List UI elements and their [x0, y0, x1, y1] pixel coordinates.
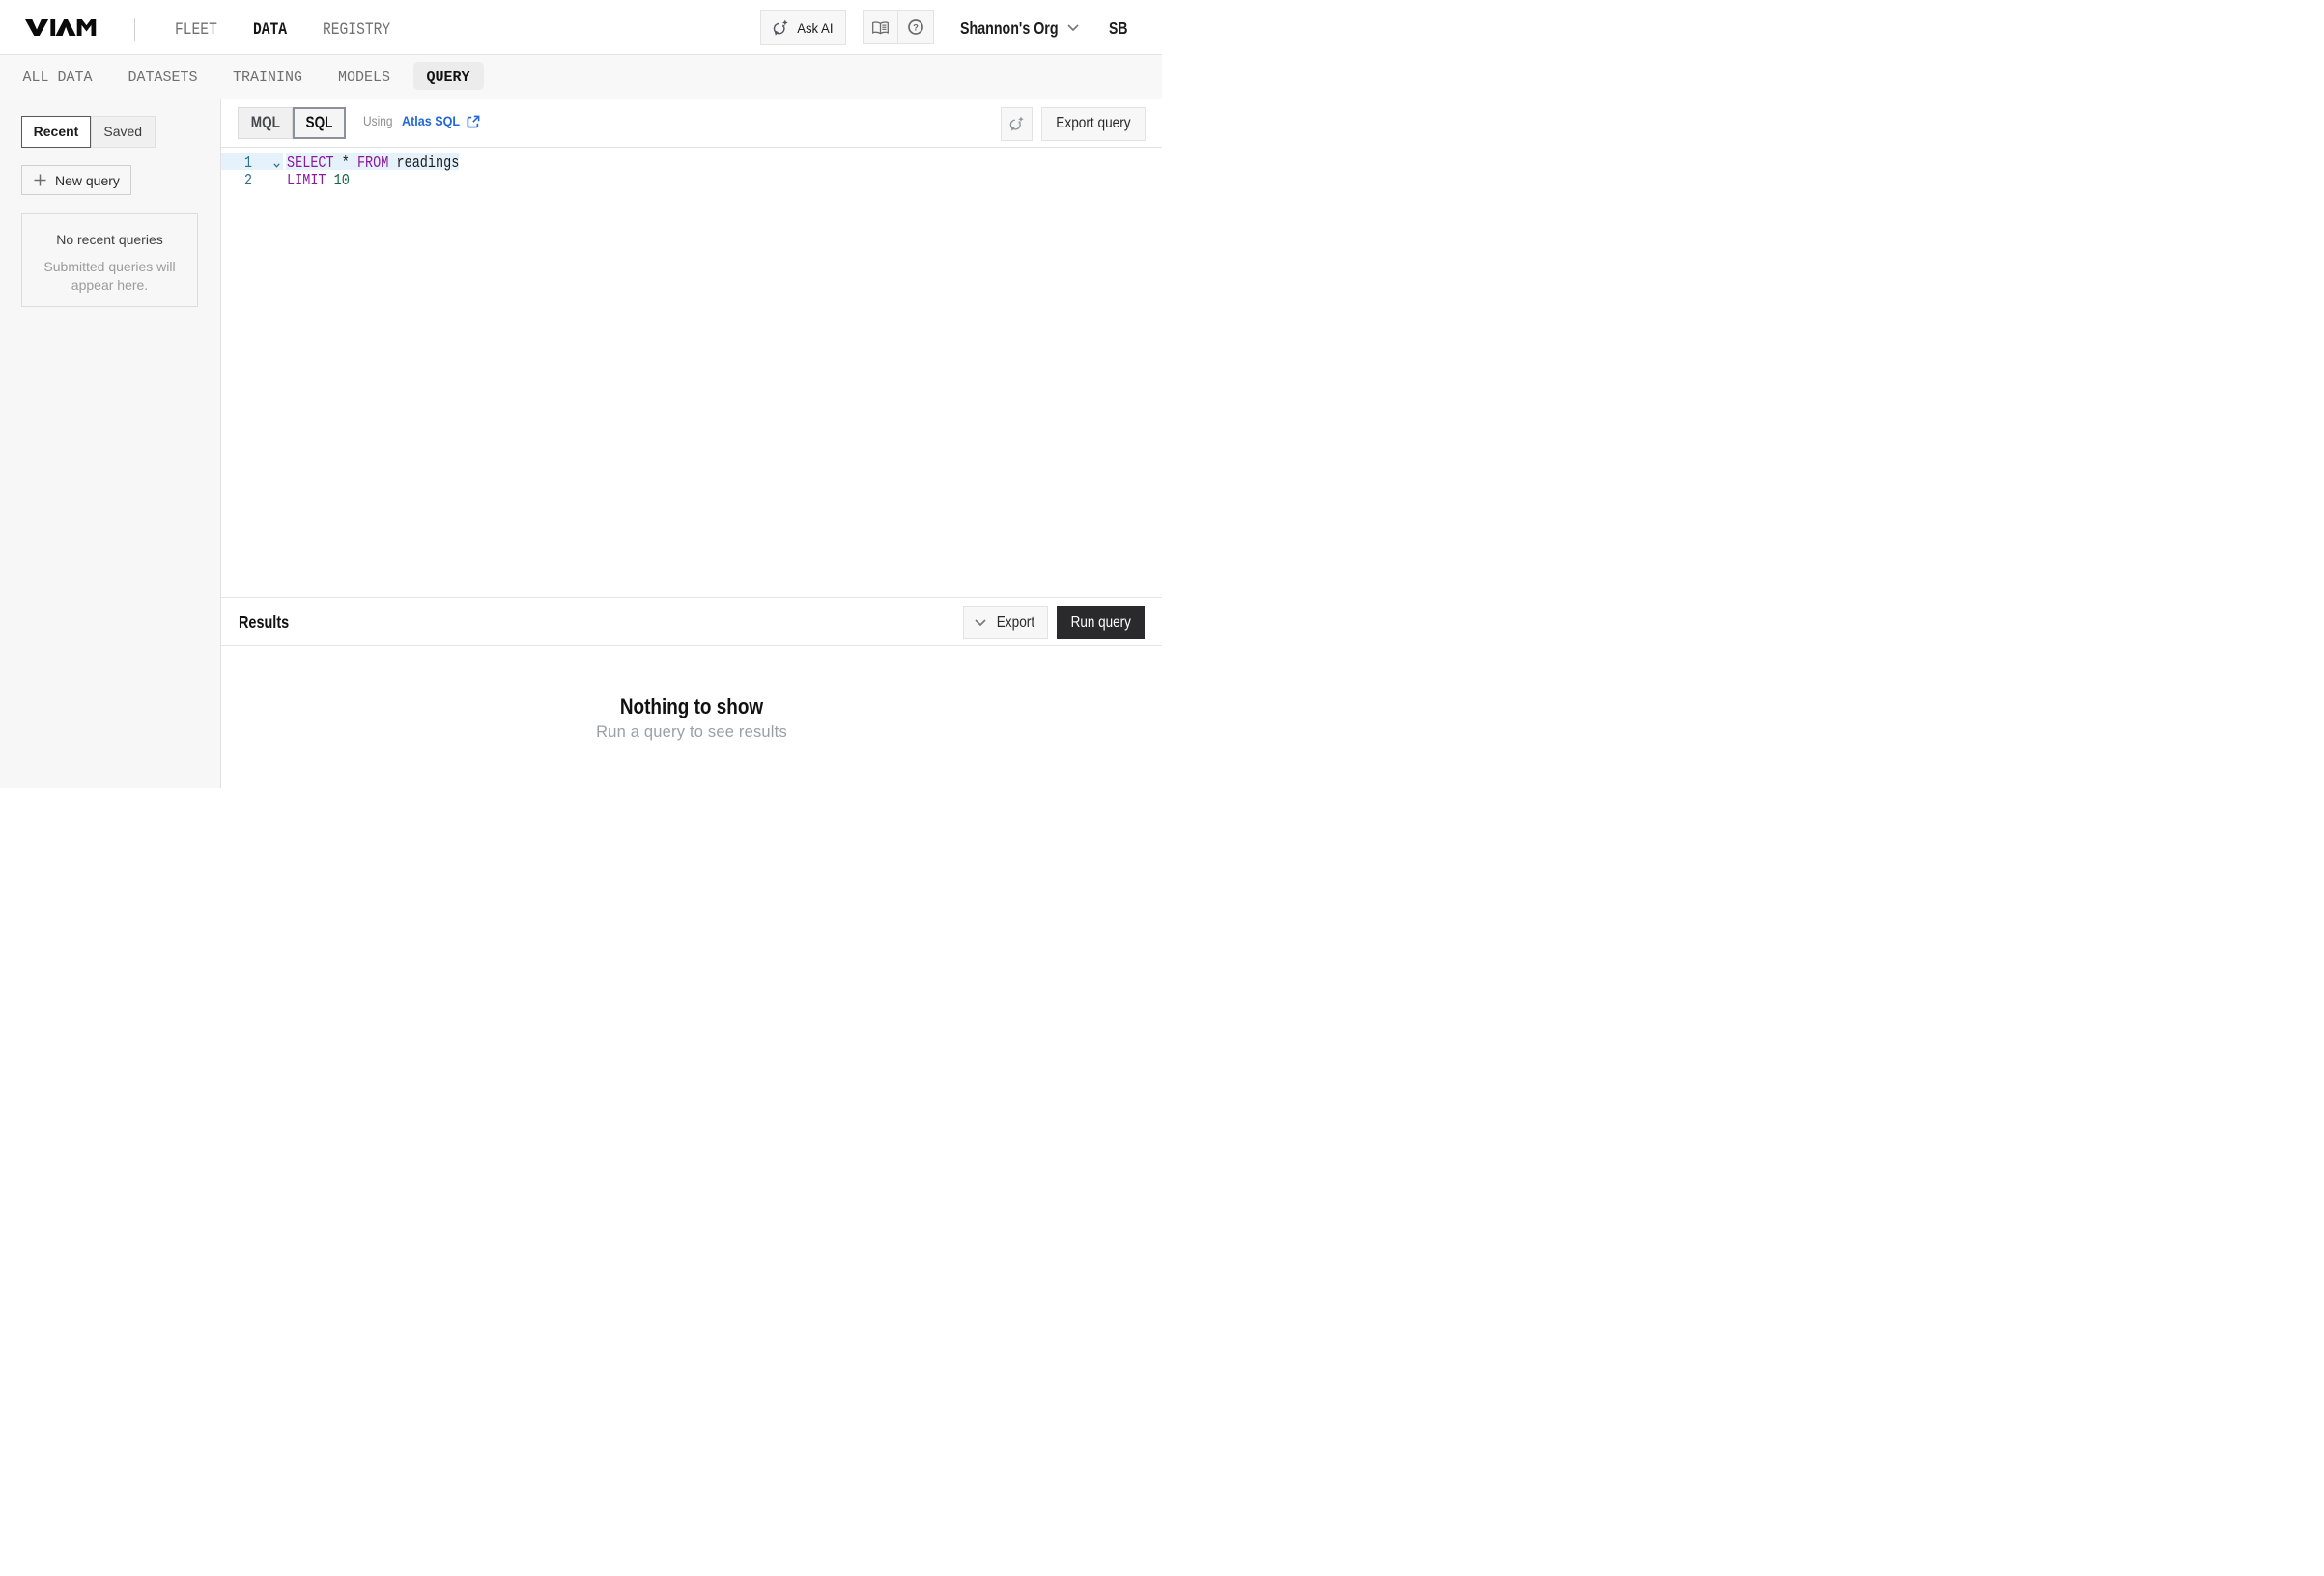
svg-text:?: ?: [913, 22, 919, 33]
